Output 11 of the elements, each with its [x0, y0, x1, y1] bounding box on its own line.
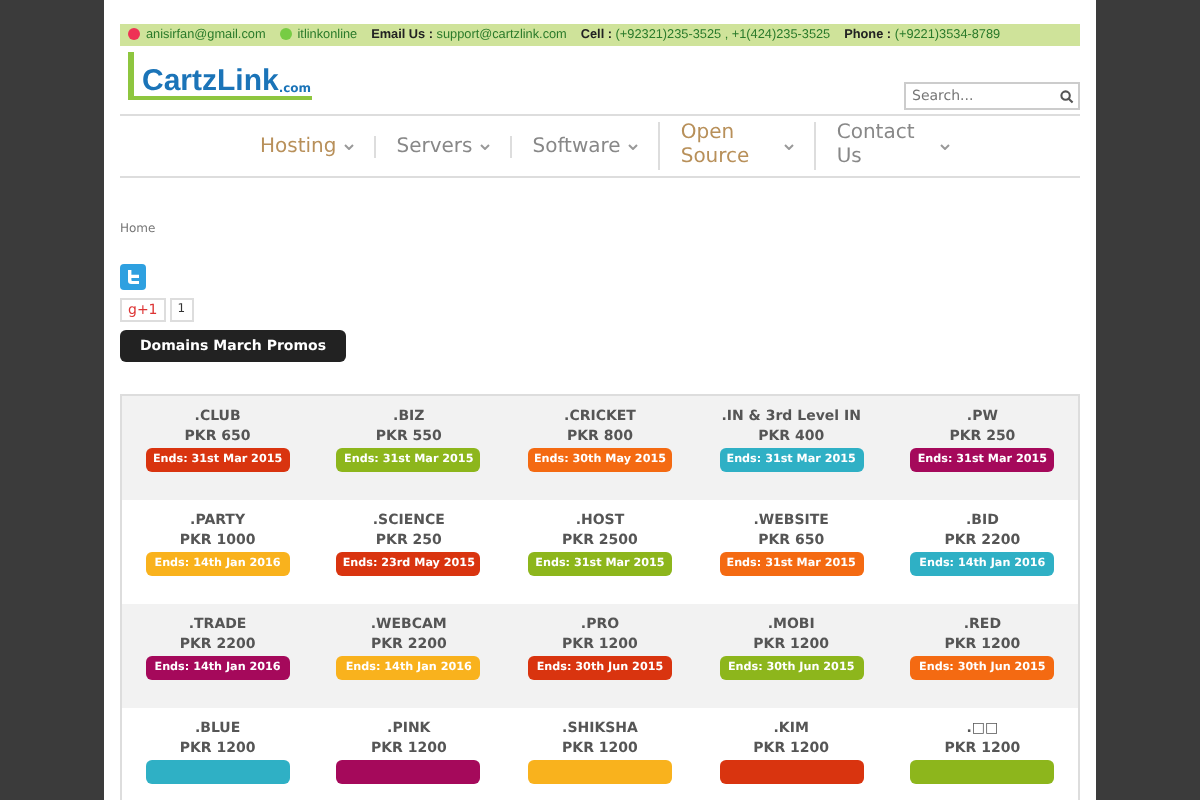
chevron-icon	[344, 143, 355, 149]
nav-item[interactable]: Servers	[374, 135, 511, 157]
nav-item[interactable]: Open Source	[658, 122, 815, 170]
chevron-icon	[628, 143, 639, 149]
nav-item[interactable]: Hosting	[240, 135, 375, 157]
chevron-icon	[940, 143, 951, 149]
chevron-icon	[480, 143, 491, 149]
search-icon[interactable]	[1060, 89, 1074, 103]
nav-item[interactable]: Software	[510, 135, 659, 157]
chevron-icon	[784, 143, 795, 149]
nav-item[interactable]: Contact Us	[814, 122, 971, 170]
